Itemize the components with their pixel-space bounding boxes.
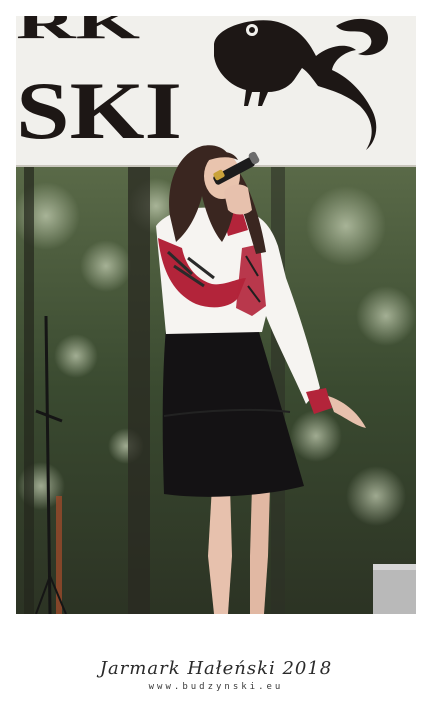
caption-url: www.budzynski.eu xyxy=(148,682,284,692)
caption: Jarmark Hałeński 2018 www.budzynski.eu xyxy=(0,658,432,694)
event-photo: RK SKI xyxy=(16,16,416,614)
banner-text-main: SKI xyxy=(16,65,182,156)
caption-title: Jarmark Hałeński 2018 xyxy=(99,658,333,679)
stage-speaker xyxy=(373,564,416,614)
tree-trunk xyxy=(128,166,150,614)
tree-trunk xyxy=(24,166,34,614)
banner-text-top: RK xyxy=(16,16,140,48)
